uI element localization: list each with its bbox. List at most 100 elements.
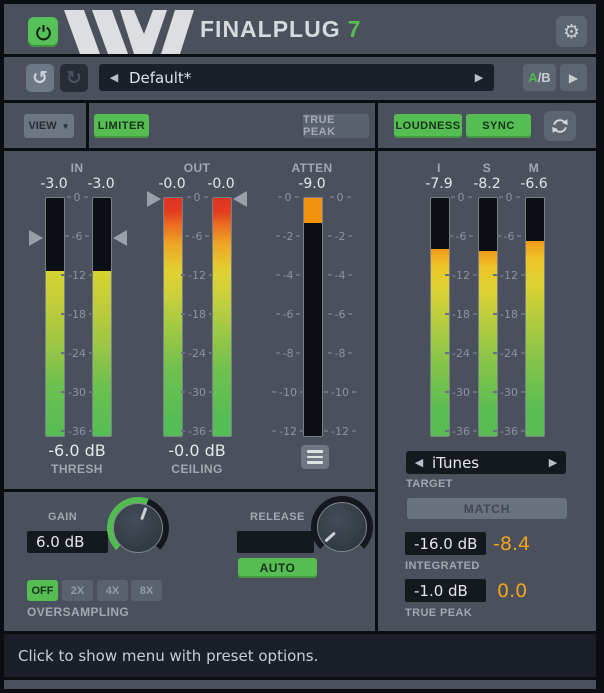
- in-scale-label: -6: [47, 230, 107, 243]
- true-peak-target-field[interactable]: -1.0 dB: [405, 579, 486, 602]
- in-scale-label: -24: [47, 347, 107, 360]
- atten-scale-label-right: -6: [310, 308, 370, 321]
- in-scale-label: -18: [47, 308, 107, 321]
- loudness-toggle[interactable]: LOUDNESS: [394, 114, 462, 138]
- target-selector[interactable]: ◀ iTunes ▶: [406, 451, 566, 474]
- release-knob[interactable]: [311, 496, 373, 558]
- loudness-meter-value: -7.9: [417, 176, 461, 192]
- knob-pointer: [98, 488, 177, 567]
- ab-b-label: /B: [538, 70, 551, 85]
- meter-menu-button[interactable]: [301, 445, 329, 469]
- atten-scale-label-left: -2: [258, 230, 318, 243]
- play-button[interactable]: ▶: [560, 64, 587, 91]
- view-menu-button[interactable]: VIEW ▼: [24, 114, 74, 138]
- preset-next-icon[interactable]: ▶: [464, 71, 494, 84]
- page-title: FINALPLUG 7: [200, 16, 361, 43]
- gain-label: GAIN: [48, 511, 77, 523]
- release-field[interactable]: [237, 531, 314, 553]
- ab-compare-button[interactable]: A/B: [523, 64, 556, 91]
- integrated-label: INTEGRATED: [405, 560, 480, 572]
- auto-release-toggle[interactable]: AUTO: [238, 558, 317, 578]
- gain-knob[interactable]: [107, 497, 169, 559]
- out-meter-value: -0.0: [150, 176, 194, 192]
- loudness-scale-label: -6: [479, 230, 539, 243]
- atten-scale-label-right: -12: [310, 425, 370, 438]
- limiter-meters-panel: -6.0 dB THRESH -0.0 dB CEILING IN-3.0-3.…: [4, 151, 375, 489]
- loudness-panel: ◀ iTunes ▶ TARGET MATCH -16.0 dB -8.4 IN…: [378, 151, 596, 631]
- undo-icon: ↺: [32, 67, 48, 89]
- atten-meter-label: ATTEN: [282, 161, 342, 175]
- in-meter-value: -3.0: [79, 176, 123, 192]
- atten-scale-label-left: -12: [258, 425, 318, 438]
- plugin-name: FINALPLUG: [200, 16, 341, 42]
- release-label: RELEASE: [250, 511, 305, 523]
- in-meter-label: IN: [47, 161, 107, 175]
- atten-scale-label-right: -8: [310, 347, 370, 360]
- redo-icon: ↻: [66, 67, 82, 89]
- preset-prev-icon[interactable]: ◀: [99, 71, 129, 84]
- loudness-meter-value: -6.6: [512, 176, 556, 192]
- match-button[interactable]: MATCH: [407, 498, 567, 519]
- loudness-control-bar: LOUDNESS SYNC: [378, 103, 596, 148]
- true-peak-readout: 0.0: [497, 580, 527, 602]
- play-icon: ▶: [569, 71, 578, 85]
- oversampling-label: OVERSAMPLING: [27, 605, 129, 619]
- out-scale-label: 0: [167, 191, 227, 204]
- status-bar[interactable]: Click to show menu with preset options.: [4, 634, 596, 677]
- integrated-target-field[interactable]: -16.0 dB: [405, 532, 486, 555]
- ab-a-label: A: [528, 70, 537, 85]
- hamburger-icon: [307, 450, 323, 453]
- loudness-scale-label: 0: [479, 191, 539, 204]
- preset-selector[interactable]: ◀ Default* ▶: [99, 64, 494, 91]
- ceiling-readout: -0.0 dB: [162, 441, 232, 460]
- out-scale-label: -18: [167, 308, 227, 321]
- atten-scale-label-right: 0: [310, 191, 370, 204]
- settings-button[interactable]: ⚙: [556, 16, 587, 47]
- view-panel: VIEW ▼: [4, 103, 86, 148]
- in-scale-label: -12: [47, 269, 107, 282]
- in-scale-label: -36: [47, 425, 107, 438]
- out-meter-label: OUT: [167, 161, 227, 175]
- sync-toggle[interactable]: SYNC: [466, 114, 531, 138]
- oversampling-8x-button[interactable]: 8X: [131, 580, 162, 601]
- out-scale-label: -30: [167, 386, 227, 399]
- ceiling-marker-left-icon: [147, 191, 161, 207]
- plugin-version: 7: [348, 16, 362, 42]
- preset-name: Default*: [129, 69, 191, 87]
- refresh-icon: [550, 116, 570, 136]
- reset-meters-button[interactable]: [544, 111, 576, 141]
- power-button[interactable]: [28, 17, 58, 47]
- oversampling-off-button[interactable]: OFF: [27, 580, 58, 601]
- target-label: TARGET: [406, 478, 453, 490]
- power-icon: [34, 23, 53, 42]
- thresh-label: THRESH: [42, 462, 112, 476]
- atten-scale-label-left: -4: [258, 269, 318, 282]
- gain-field[interactable]: 6.0 dB: [27, 531, 108, 553]
- ceiling-label: CEILING: [162, 462, 232, 476]
- limiter-toggle[interactable]: LIMITER: [94, 114, 149, 138]
- thresh-readout: -6.0 dB: [42, 441, 112, 460]
- out-scale-label: -24: [167, 347, 227, 360]
- loudness-scale-label: -18: [479, 308, 539, 321]
- oversampling-4x-button[interactable]: 4X: [97, 580, 128, 601]
- integrated-readout: -8.4: [493, 533, 530, 555]
- ceiling-marker-right-icon: [233, 191, 247, 207]
- redo-button[interactable]: ↻: [60, 64, 88, 92]
- true-peak-toggle[interactable]: TRUE PEAK: [303, 114, 369, 138]
- loudness-scale-label: -30: [479, 386, 539, 399]
- target-prev-icon[interactable]: ◀: [406, 456, 432, 469]
- title-bar: FINALPLUG 7 ⚙: [4, 4, 596, 54]
- atten-scale-label-left: 0: [258, 191, 318, 204]
- oversampling-2x-button[interactable]: 2X: [62, 580, 93, 601]
- loudness-scale-label: -24: [479, 347, 539, 360]
- in-scale-label: -30: [47, 386, 107, 399]
- resize-strip: [4, 680, 596, 689]
- atten-scale-label-right: -2: [310, 230, 370, 243]
- out-scale-label: -36: [167, 425, 227, 438]
- thresh-marker-left-icon: [29, 230, 43, 246]
- plugin-window: FINALPLUG 7 ⚙ ↺ ↻ ◀ Default* ▶ A/B ▶ VIEW…: [0, 0, 604, 693]
- preset-bar: ↺ ↻ ◀ Default* ▶ A/B ▶: [4, 57, 596, 100]
- undo-button[interactable]: ↺: [26, 64, 54, 92]
- target-next-icon[interactable]: ▶: [540, 456, 566, 469]
- atten-scale-label-left: -8: [258, 347, 318, 360]
